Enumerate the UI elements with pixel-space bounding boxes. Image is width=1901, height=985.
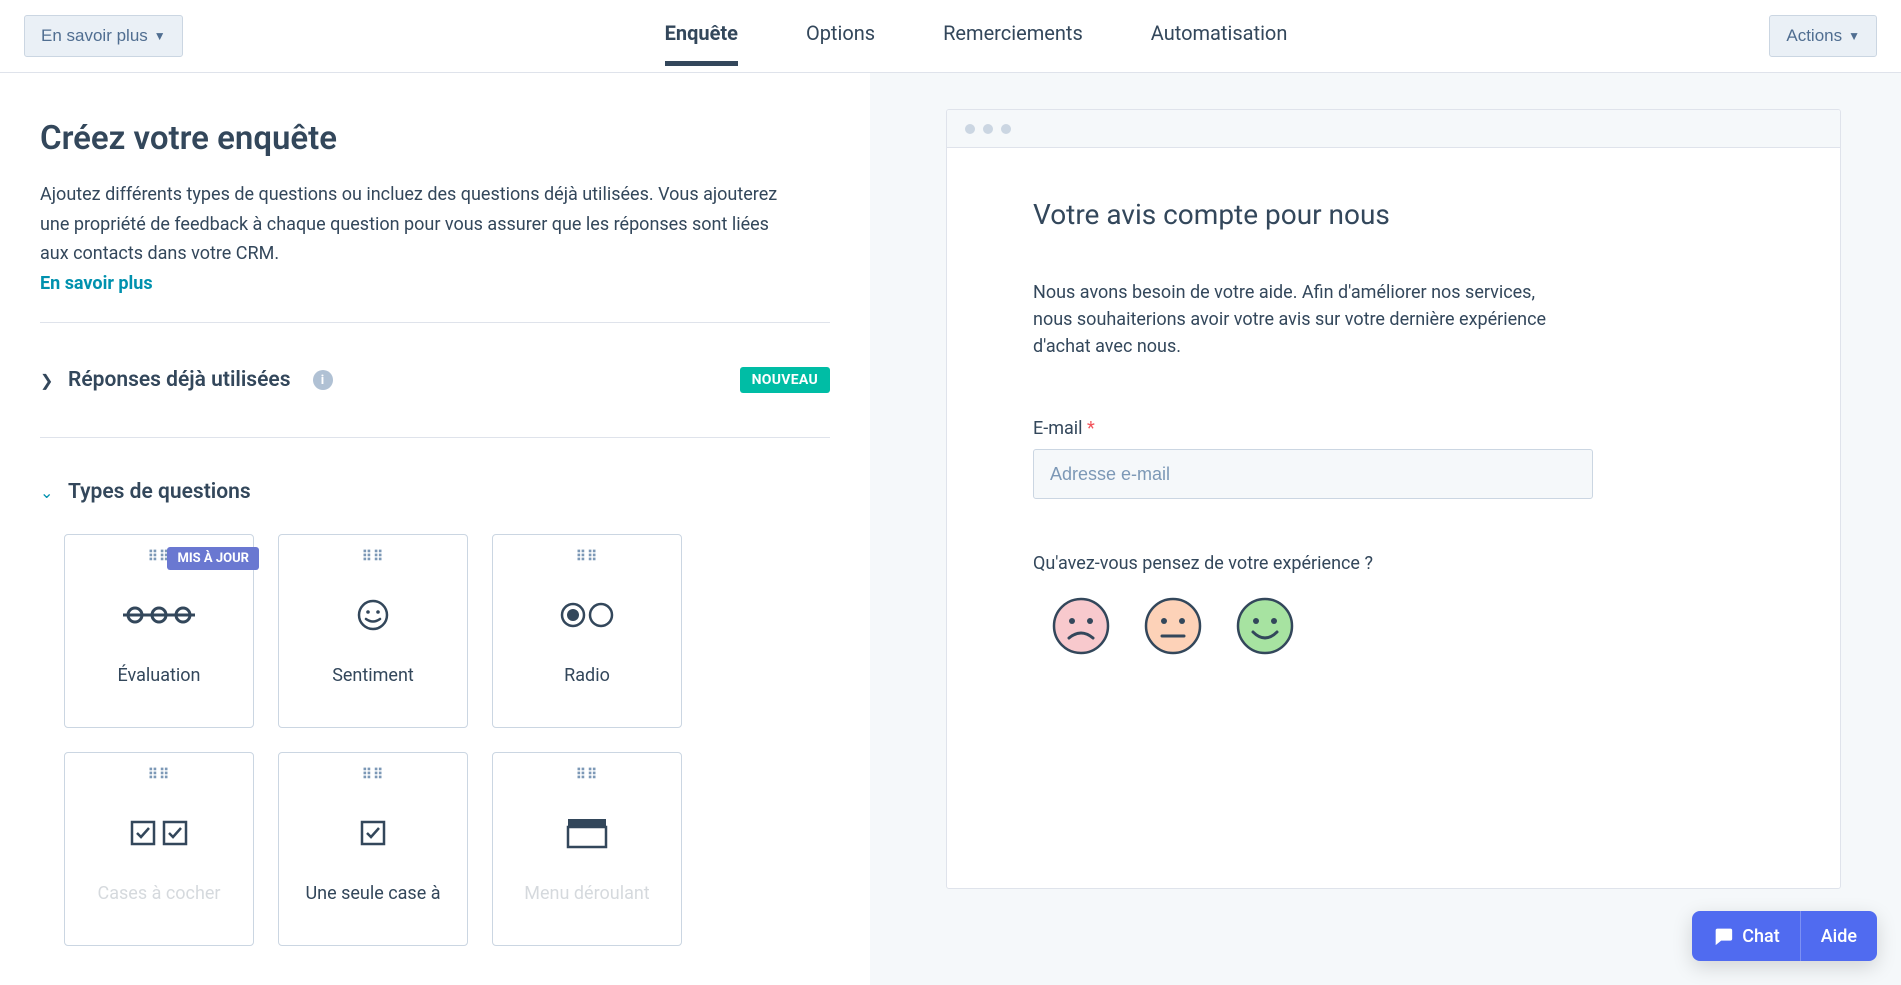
reused-answers-section[interactable]: ❯ Réponses déjà utilisées i NOUVEAU (40, 323, 830, 393)
updated-badge: MIS À JOUR (167, 547, 259, 570)
qtype-card-radio[interactable]: ⠿⠿ Radio (492, 534, 682, 728)
drag-handle-icon[interactable]: ⠿⠿ (362, 553, 385, 561)
learn-more-link[interactable]: En savoir plus (40, 273, 153, 294)
chat-button[interactable]: Chat (1692, 911, 1800, 961)
qtype-card-checkboxes[interactable]: ⠿⠿ Cases à cocher (64, 752, 254, 946)
preview-scroll-area[interactable]: Votre avis compte pour nous Nous avons b… (947, 148, 1840, 888)
tab-options[interactable]: Options (806, 7, 875, 66)
header-bar: En savoir plus ▼ Enquête Options Remerci… (0, 0, 1901, 73)
face-neutral-icon[interactable] (1143, 596, 1203, 656)
chat-label: Chat (1742, 926, 1779, 947)
qtype-label: Une seule case à (295, 883, 450, 904)
single-checkbox-icon (359, 807, 387, 859)
radio-icon (559, 589, 615, 641)
new-badge: NOUVEAU (740, 367, 830, 393)
survey-preview-panel: Votre avis compte pour nous Nous avons b… (870, 73, 1901, 985)
tab-remerciements[interactable]: Remerciements (943, 7, 1083, 66)
checkboxes-icon (129, 807, 189, 859)
question-types-header[interactable]: ⌄ Types de questions (40, 480, 830, 504)
survey-title: Votre avis compte pour nous (1033, 198, 1754, 231)
survey-builder-panel: Créez votre enquête Ajoutez différents t… (0, 73, 870, 985)
face-happy-icon[interactable] (1235, 596, 1295, 656)
chat-help-widget: Chat Aide (1692, 911, 1877, 961)
email-label: E-mail * (1033, 418, 1754, 439)
chat-bubble-icon (1712, 925, 1734, 947)
qtype-card-single-checkbox[interactable]: ⠿⠿ Une seule case à (278, 752, 468, 946)
tab-enquete[interactable]: Enquête (665, 7, 738, 66)
caret-down-icon: ▼ (1848, 29, 1860, 43)
question-label: Qu'avez-vous pensez de votre expérience … (1033, 553, 1754, 574)
dropdown-icon (566, 807, 608, 859)
drag-handle-icon[interactable]: ⠿⠿ (576, 771, 599, 779)
browser-frame: Votre avis compte pour nous Nous avons b… (946, 109, 1841, 889)
drag-handle-icon[interactable]: ⠿⠿ (148, 771, 171, 779)
learn-more-label: En savoir plus (41, 26, 148, 46)
main-tabs: Enquête Options Remerciements Automatisa… (665, 7, 1288, 66)
actions-label: Actions (1786, 26, 1842, 46)
tab-automatisation[interactable]: Automatisation (1151, 7, 1288, 66)
window-dot-icon (1001, 124, 1011, 134)
info-icon[interactable]: i (313, 370, 333, 390)
smiley-icon (356, 589, 390, 641)
actions-dropdown[interactable]: Actions ▼ (1769, 15, 1877, 57)
help-button[interactable]: Aide (1801, 911, 1877, 961)
caret-down-icon: ▼ (154, 29, 166, 43)
qtype-card-evaluation[interactable]: MIS À JOUR ⠿⠿ Évaluation (64, 534, 254, 728)
rating-scale-icon (121, 589, 197, 641)
page-title: Créez votre enquête (40, 119, 830, 158)
qtype-card-dropdown[interactable]: ⠿⠿ Menu déroulant (492, 752, 682, 946)
qtype-label: Évaluation (108, 665, 211, 686)
chevron-right-icon: ❯ (40, 371, 54, 390)
window-dot-icon (965, 124, 975, 134)
qtype-label: Menu déroulant (514, 883, 659, 904)
survey-intro: Nous avons besoin de votre aide. Afin d'… (1033, 279, 1553, 360)
chevron-down-icon: ⌄ (40, 483, 54, 502)
drag-handle-icon[interactable]: ⠿⠿ (576, 553, 599, 561)
qtype-label: Cases à cocher (87, 883, 230, 904)
help-label: Aide (1821, 926, 1857, 947)
window-dot-icon (983, 124, 993, 134)
email-field[interactable] (1033, 449, 1593, 499)
page-description: Ajoutez différents types de questions ou… (40, 180, 790, 269)
face-sad-icon[interactable] (1051, 596, 1111, 656)
required-star: * (1087, 418, 1095, 439)
learn-more-dropdown[interactable]: En savoir plus ▼ (24, 15, 183, 57)
qtype-card-sentiment[interactable]: ⠿⠿ Sentiment (278, 534, 468, 728)
drag-handle-icon[interactable]: ⠿⠿ (362, 771, 385, 779)
qtype-label: Radio (554, 665, 620, 686)
qtype-label: Sentiment (322, 665, 424, 686)
question-types-label: Types de questions (68, 480, 251, 504)
reused-answers-label: Réponses déjà utilisées (68, 368, 291, 392)
browser-chrome (947, 110, 1840, 148)
